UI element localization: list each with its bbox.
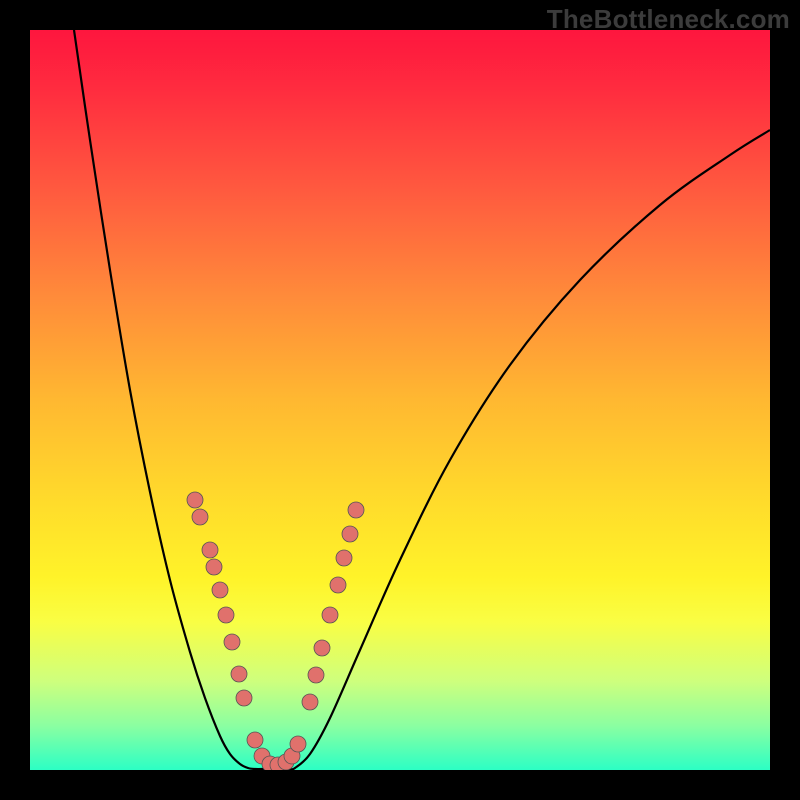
marker-dot	[336, 550, 352, 566]
marker-dot	[247, 732, 263, 748]
curve-path	[74, 30, 770, 769]
marker-dot	[322, 607, 338, 623]
marker-dot	[218, 607, 234, 623]
marker-group	[187, 492, 364, 770]
marker-dot	[212, 582, 228, 598]
marker-dot	[348, 502, 364, 518]
marker-dot	[236, 690, 252, 706]
marker-dot	[192, 509, 208, 525]
marker-dot	[290, 736, 306, 752]
curve-group	[74, 30, 770, 769]
marker-dot	[342, 526, 358, 542]
plot-area	[30, 30, 770, 770]
marker-dot	[231, 666, 247, 682]
marker-dot	[187, 492, 203, 508]
marker-dot	[224, 634, 240, 650]
marker-dot	[302, 694, 318, 710]
chart-frame: TheBottleneck.com	[0, 0, 800, 800]
watermark-label: TheBottleneck.com	[547, 4, 790, 35]
marker-dot	[202, 542, 218, 558]
marker-dot	[330, 577, 346, 593]
bottleneck-curve	[30, 30, 770, 770]
marker-dot	[308, 667, 324, 683]
marker-dot	[314, 640, 330, 656]
marker-dot	[206, 559, 222, 575]
